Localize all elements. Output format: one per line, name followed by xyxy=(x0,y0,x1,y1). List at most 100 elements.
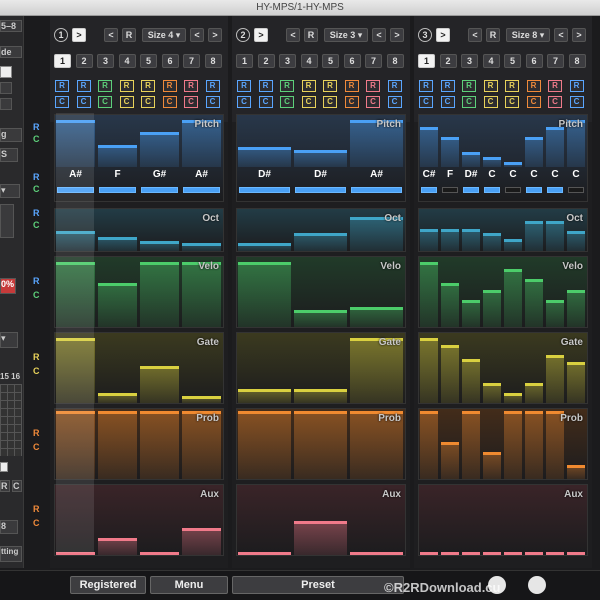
lane-random-button[interactable]: R xyxy=(33,352,40,363)
step-bar[interactable] xyxy=(462,358,480,403)
step-bar[interactable] xyxy=(420,229,438,251)
step-random-button[interactable]: R xyxy=(419,80,433,92)
step-bar[interactable] xyxy=(504,239,522,251)
pitch-note-bar[interactable] xyxy=(239,187,290,193)
step-button-5[interactable]: 5 xyxy=(140,54,157,68)
step-random-button[interactable]: R xyxy=(366,80,380,92)
menu-button[interactable]: Menu xyxy=(150,576,228,594)
step-bar[interactable] xyxy=(56,262,95,327)
step-random-button[interactable]: R xyxy=(119,80,134,92)
step-bar[interactable] xyxy=(238,147,291,167)
lane-random-button[interactable]: R xyxy=(33,428,40,439)
lane-aux[interactable]: Aux xyxy=(236,484,406,556)
step-random-button[interactable]: R xyxy=(526,80,541,92)
step-bar[interactable] xyxy=(441,137,459,167)
shift-left-button[interactable]: < xyxy=(554,28,568,42)
next-button[interactable]: > xyxy=(436,28,450,42)
step-random-button[interactable]: R xyxy=(237,80,251,92)
step-clear-button[interactable]: C xyxy=(258,96,273,108)
lane-random-button[interactable]: R xyxy=(33,122,40,133)
shift-right-button[interactable]: > xyxy=(208,28,222,42)
step-button-7[interactable]: 7 xyxy=(365,54,382,68)
step-button-3[interactable]: 3 xyxy=(461,54,478,68)
step-bar[interactable] xyxy=(294,521,347,555)
step-bar[interactable] xyxy=(420,127,438,167)
step-bar[interactable] xyxy=(182,243,221,251)
next-button[interactable]: > xyxy=(254,28,268,42)
step-random-button[interactable]: R xyxy=(569,80,584,92)
pitch-note-bar[interactable] xyxy=(484,187,500,193)
step-bar[interactable] xyxy=(140,365,179,403)
step-bar[interactable] xyxy=(504,411,522,479)
lane-clear-button[interactable]: C xyxy=(33,366,40,377)
step-bar[interactable] xyxy=(350,306,403,327)
step-bar[interactable] xyxy=(483,233,501,251)
step-bar[interactable] xyxy=(483,289,501,327)
step-bar[interactable] xyxy=(504,269,522,327)
step-clear-button[interactable]: C xyxy=(569,96,584,108)
step-clear-button[interactable]: C xyxy=(323,96,337,108)
step-button-7[interactable]: 7 xyxy=(547,54,564,68)
step-bar[interactable] xyxy=(420,411,438,479)
lane-clear-button[interactable]: C xyxy=(33,220,40,231)
step-clear-button[interactable]: C xyxy=(387,96,402,108)
step-bar[interactable] xyxy=(238,243,291,251)
step-random-button[interactable]: R xyxy=(205,80,220,92)
pitch-note-bar[interactable] xyxy=(351,187,402,193)
step-clear-button[interactable]: C xyxy=(237,96,251,108)
step-bar[interactable] xyxy=(462,299,480,327)
step-bar[interactable] xyxy=(546,221,564,251)
step-button-4[interactable]: 4 xyxy=(118,54,136,68)
step-random-button[interactable]: R xyxy=(344,80,359,92)
step-bar[interactable] xyxy=(483,451,501,479)
step-random-button[interactable]: R xyxy=(162,80,177,92)
mode-toggle-3[interactable] xyxy=(0,98,12,110)
pitch-note-bar[interactable] xyxy=(141,187,178,193)
pitch-note-bar[interactable] xyxy=(442,187,458,193)
step-button-2[interactable]: 2 xyxy=(257,54,275,68)
registered-button[interactable]: Registered xyxy=(70,576,146,594)
step-bar[interactable] xyxy=(483,551,501,555)
step-clear-button[interactable]: C xyxy=(440,96,455,108)
setting-label-s[interactable]: S xyxy=(0,148,18,162)
size-dropdown[interactable]: Size 3 ▾ xyxy=(324,28,368,42)
lane-clear-button[interactable]: C xyxy=(33,442,40,453)
step-bar[interactable] xyxy=(294,389,347,403)
lane-pitch[interactable]: A# F G# A# Pitch xyxy=(54,114,224,202)
mode-toggle[interactable] xyxy=(0,66,12,78)
step-clear-button[interactable]: C xyxy=(366,96,380,108)
step-bar[interactable] xyxy=(525,382,543,403)
step-bar[interactable] xyxy=(98,144,137,167)
step-clear-button[interactable]: C xyxy=(548,96,562,108)
reset-button[interactable]: R xyxy=(122,28,136,42)
shift-right-button[interactable]: > xyxy=(572,28,586,42)
step-bar[interactable] xyxy=(98,538,137,555)
step-bar[interactable] xyxy=(56,411,95,479)
step-random-button[interactable]: R xyxy=(184,80,198,92)
step-clear-button[interactable]: C xyxy=(184,96,198,108)
step-bar[interactable] xyxy=(567,551,585,555)
step-bar[interactable] xyxy=(350,551,403,555)
step-clear-button[interactable]: C xyxy=(162,96,177,108)
step-bar[interactable] xyxy=(140,411,179,479)
step-button-1[interactable]: 1 xyxy=(54,54,71,68)
step-bar[interactable] xyxy=(238,262,291,327)
pitch-note-bar[interactable] xyxy=(295,187,346,193)
lane-gate[interactable]: Gate xyxy=(236,332,406,404)
step-bar[interactable] xyxy=(420,551,438,555)
step-bar[interactable] xyxy=(56,551,95,555)
percent-value[interactable]: 0% xyxy=(0,278,16,294)
step-bar[interactable] xyxy=(441,551,459,555)
reset-button[interactable]: R xyxy=(304,28,318,42)
step-bar[interactable] xyxy=(98,392,137,403)
step-random-button[interactable]: R xyxy=(76,80,91,92)
step-bar[interactable] xyxy=(567,362,585,403)
step-bar[interactable] xyxy=(504,392,522,403)
step-button-5[interactable]: 5 xyxy=(504,54,521,68)
preset-button[interactable]: Preset xyxy=(232,576,404,594)
step-button-3[interactable]: 3 xyxy=(97,54,114,68)
step-random-button[interactable]: R xyxy=(483,80,498,92)
step-bar[interactable] xyxy=(56,338,95,403)
step-button-2[interactable]: 2 xyxy=(439,54,457,68)
step-bar[interactable] xyxy=(462,229,480,251)
